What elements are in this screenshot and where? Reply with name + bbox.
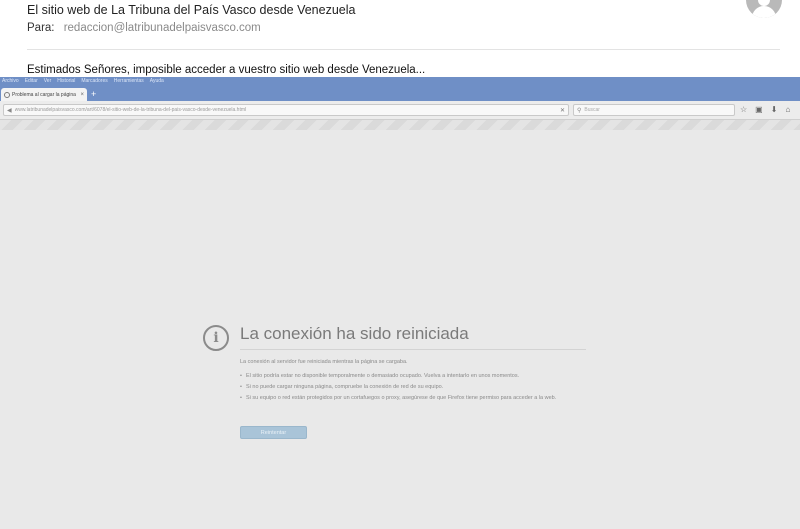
search-icon: ⚲ — [577, 107, 582, 114]
list-item: Si su equipo o red están protegidos por … — [240, 395, 580, 402]
toolbar-icons: ☆ ▣ ⬇ ⌂ — [740, 105, 790, 115]
navigation-bar: ◀ www.latribunadelpaisvasco.com/art/6078… — [0, 101, 800, 120]
avatar-icon[interactable] — [746, 0, 782, 18]
email-header: El sitio web de La Tribuna del País Vasc… — [0, 0, 800, 76]
menu-item[interactable]: Editar — [25, 77, 38, 85]
list-item: El sitio podría estar no disponible temp… — [240, 373, 580, 380]
stop-icon[interactable]: ✕ — [560, 107, 565, 114]
back-icon[interactable]: ◀ — [7, 107, 12, 114]
to-label: Para: — [27, 22, 55, 34]
download-icon[interactable]: ⬇ — [771, 105, 778, 115]
url-text: www.latribunadelpaisvasco.com/art/6078/e… — [14, 107, 247, 113]
recipient-row: Para: redaccion@latribunadelpaisvasco.co… — [27, 22, 261, 34]
search-bar[interactable]: ⚲ Buscar — [573, 104, 735, 116]
page-icon — [4, 91, 10, 98]
menu-item[interactable]: Historial — [57, 77, 75, 85]
info-icon: i — [203, 325, 229, 351]
recipient-address[interactable]: redaccion@latribunadelpaisvasco.com — [64, 22, 261, 34]
menu-item[interactable]: Ayuda — [150, 77, 164, 85]
list-item: Si no puede cargar ninguna página, compr… — [240, 384, 580, 391]
browser-menubar: Archivo Editar Ver Historial Marcadores … — [0, 77, 800, 85]
error-title: La conexión ha sido reiniciada — [240, 324, 469, 343]
error-title-divider — [240, 349, 586, 350]
error-suggestions: El sitio podría estar no disponible temp… — [240, 373, 580, 406]
browser-screenshot: Archivo Editar Ver Historial Marcadores … — [0, 77, 800, 529]
menu-item[interactable]: Marcadores — [81, 77, 107, 85]
header-divider — [27, 49, 780, 50]
bookmark-star-icon[interactable]: ☆ — [740, 105, 747, 115]
close-icon[interactable]: × — [80, 92, 84, 98]
error-description: La conexión al servidor fue reiniciada m… — [240, 359, 408, 365]
email-body-text: Estimados Señores, imposible acceder a v… — [27, 64, 426, 76]
menu-item[interactable]: Herramientas — [114, 77, 144, 85]
url-bar[interactable]: ◀ www.latribunadelpaisvasco.com/art/6078… — [3, 104, 569, 116]
retry-button[interactable]: Reintentar — [240, 426, 307, 439]
error-page: i La conexión ha sido reiniciada La cone… — [0, 130, 800, 529]
reading-list-icon[interactable]: ▣ — [755, 105, 763, 115]
home-icon[interactable]: ⌂ — [785, 105, 790, 115]
browser-tab[interactable]: Problema al cargar la página × — [1, 88, 87, 101]
menu-item[interactable]: Ver — [44, 77, 52, 85]
search-placeholder: Buscar — [584, 107, 600, 113]
menu-item[interactable]: Archivo — [2, 77, 19, 85]
email-subject: El sitio web de La Tribuna del País Vasc… — [27, 3, 356, 17]
tab-label: Problema al cargar la página — [12, 91, 76, 98]
tab-strip: Problema al cargar la página × + — [0, 85, 800, 101]
new-tab-button[interactable]: + — [91, 89, 96, 99]
loading-stripes — [0, 120, 800, 130]
